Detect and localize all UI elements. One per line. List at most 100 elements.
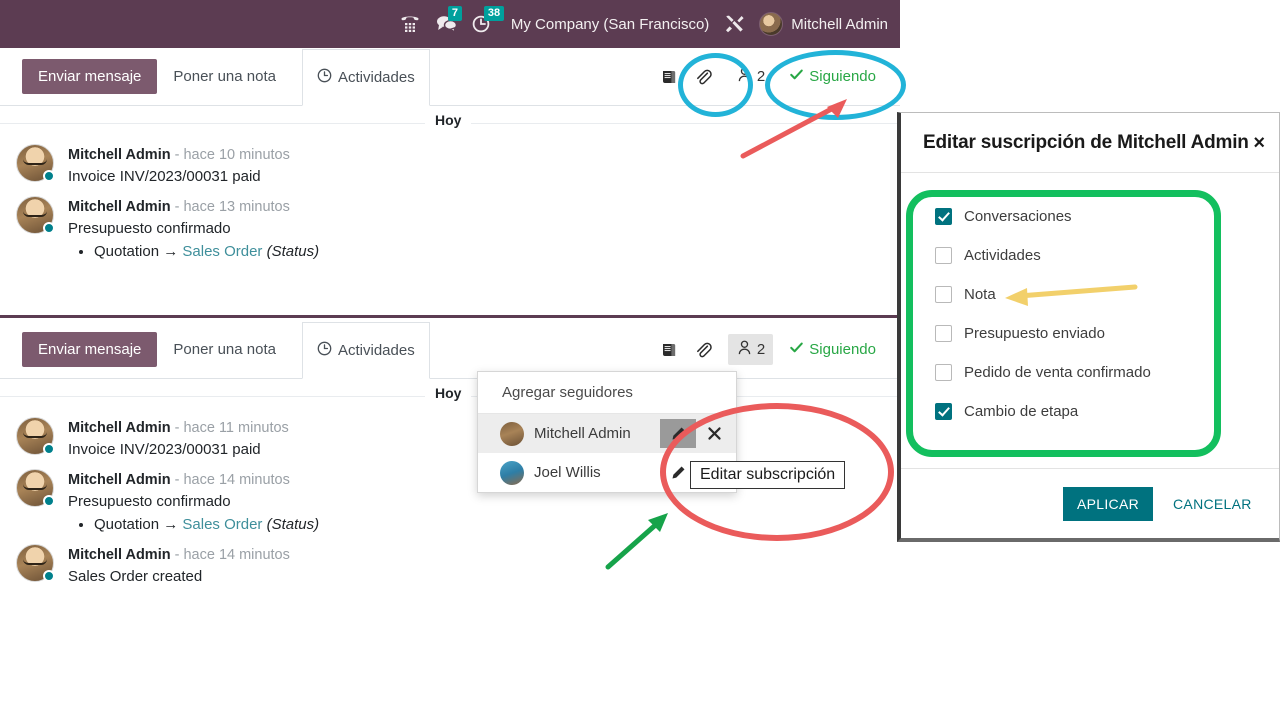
presence-dot (43, 443, 55, 455)
avatar (500, 461, 524, 485)
message-body: Mitchell Admin - hace 10 minutos Invoice… (68, 144, 290, 188)
apply-button[interactable]: APLICAR (1063, 487, 1153, 521)
person-icon (736, 339, 753, 360)
tracking-list: Quotation → Sales Order (Status) (68, 241, 319, 263)
message-body: Mitchell Admin - hace 11 minutos Invoice… (68, 417, 289, 461)
cyan-ellipse-following-annotation (765, 50, 906, 120)
day-separator-top: Hoy (0, 106, 900, 140)
following-toggle[interactable]: Siguiendo (789, 340, 876, 359)
close-icon[interactable]: × (1253, 133, 1265, 153)
tracking-old-value: Quotation (94, 516, 159, 533)
avatar (16, 544, 54, 582)
activities-button[interactable]: Actividades (302, 49, 430, 106)
chatter-toolbar-bottom: Enviar mensaje Poner una nota Actividade… (0, 321, 900, 379)
message-text: Invoice INV/2023/00031 paid (68, 439, 289, 461)
presence-dot (43, 495, 55, 507)
cancel-button[interactable]: CANCELAR (1167, 495, 1258, 513)
presence-dot (43, 570, 55, 582)
message-body: Mitchell Admin - hace 13 minutos Presupu… (68, 196, 319, 263)
day-separator-label: Hoy (425, 112, 471, 128)
message-time: - hace 14 minutos (175, 547, 290, 563)
message-item: Mitchell Admin - hace 13 minutos Presupu… (0, 192, 900, 267)
dialog-footer: APLICAR CANCELAR (901, 468, 1279, 538)
message-time: - hace 13 minutos (175, 199, 290, 215)
activities-button[interactable]: Actividades (302, 322, 430, 379)
green-rect-options-annotation (906, 190, 1221, 457)
followers-count: 2 (757, 341, 765, 358)
tracking-new-value: Sales Order (182, 516, 262, 533)
book-icon[interactable] (660, 68, 678, 86)
message-text: Presupuesto confirmado (68, 218, 319, 240)
activities-button-label: Actividades (338, 342, 415, 359)
paperclip-icon[interactable] (694, 341, 712, 359)
activities-button-label: Actividades (338, 69, 415, 86)
message-body: Mitchell Admin - hace 14 minutos Sales O… (68, 544, 290, 588)
clock-icon (317, 341, 332, 360)
avatar (16, 196, 54, 234)
day-separator-label: Hoy (425, 385, 471, 401)
activities-badge: 38 (484, 6, 504, 21)
message-item: Mitchell Admin - hace 10 minutos Invoice… (0, 140, 900, 192)
messages-badge: 7 (448, 6, 462, 21)
message-header: Mitchell Admin - hace 11 minutos (68, 418, 289, 438)
follower-name: Mitchell Admin (534, 425, 631, 442)
arrow-right-icon: → (163, 516, 178, 533)
message-text: Presupuesto confirmado (68, 491, 319, 513)
user-name-label: Mitchell Admin (791, 16, 888, 33)
chatter-toolbar-top: Enviar mensaje Poner una nota Actividade… (0, 48, 900, 106)
avatar (759, 12, 783, 36)
check-icon (789, 340, 804, 359)
add-followers-item[interactable]: Agregar seguidores (478, 372, 736, 414)
message-author: Mitchell Admin (68, 472, 171, 488)
message-header: Mitchell Admin - hace 14 minutos (68, 545, 290, 565)
message-item: Mitchell Admin - hace 14 minutos Sales O… (0, 540, 900, 592)
avatar (16, 144, 54, 182)
message-header: Mitchell Admin - hace 13 minutos (68, 197, 319, 217)
messages-icon[interactable]: 7 (435, 13, 457, 35)
system-top-bar: 7 38 My Company (San Francisco) Mitchell… (0, 0, 900, 48)
message-author: Mitchell Admin (68, 420, 171, 436)
avatar (16, 417, 54, 455)
avatar (500, 422, 524, 446)
message-time: - hace 10 minutos (175, 147, 290, 163)
followers-button[interactable]: 2 (728, 334, 773, 365)
send-message-button[interactable]: Enviar mensaje (22, 59, 157, 94)
tracking-field: (Status) (267, 516, 320, 533)
follower-name: Joel Willis (534, 464, 601, 481)
tracking-row: Quotation → Sales Order (Status) (94, 514, 319, 536)
presence-dot (43, 170, 55, 182)
tracking-row: Quotation → Sales Order (Status) (94, 241, 319, 263)
message-text: Sales Order created (68, 566, 290, 588)
message-header: Mitchell Admin - hace 10 minutos (68, 145, 290, 165)
activities-clock-icon[interactable]: 38 (471, 13, 493, 35)
dialog-title: Editar suscripción de Mitchell Admin (923, 132, 1249, 154)
following-label: Siguiendo (809, 341, 876, 358)
message-time: - hace 11 minutos (175, 420, 289, 436)
book-icon[interactable] (660, 341, 678, 359)
clock-icon (317, 68, 332, 87)
tracking-list: Quotation → Sales Order (Status) (68, 514, 319, 536)
log-note-button[interactable]: Poner una nota (157, 332, 292, 367)
cyan-ellipse-followers-annotation (678, 53, 753, 117)
message-author: Mitchell Admin (68, 547, 171, 563)
user-menu[interactable]: Mitchell Admin (759, 12, 888, 36)
message-author: Mitchell Admin (68, 147, 171, 163)
red-ellipse-edit-subscription-annotation (660, 403, 894, 541)
send-message-button[interactable]: Enviar mensaje (22, 332, 157, 367)
dialpad-icon[interactable] (399, 13, 421, 35)
dialpad-glyph (399, 13, 421, 35)
tracking-new-value: Sales Order (182, 243, 262, 260)
wrench-icon[interactable] (723, 13, 745, 35)
dialog-header: Editar suscripción de Mitchell Admin × (901, 113, 1279, 173)
message-author: Mitchell Admin (68, 199, 171, 215)
company-switcher[interactable]: My Company (San Francisco) (511, 16, 709, 33)
message-time: - hace 14 minutos (175, 472, 290, 488)
followers-count: 2 (757, 68, 765, 85)
presence-dot (43, 222, 55, 234)
avatar (16, 469, 54, 507)
arrow-right-icon: → (163, 243, 178, 260)
log-note-button[interactable]: Poner una nota (157, 59, 292, 94)
message-header: Mitchell Admin - hace 14 minutos (68, 470, 319, 490)
message-text: Invoice INV/2023/00031 paid (68, 166, 290, 188)
chatter-toolbar-right-bottom: 2 Siguiendo (660, 334, 900, 365)
